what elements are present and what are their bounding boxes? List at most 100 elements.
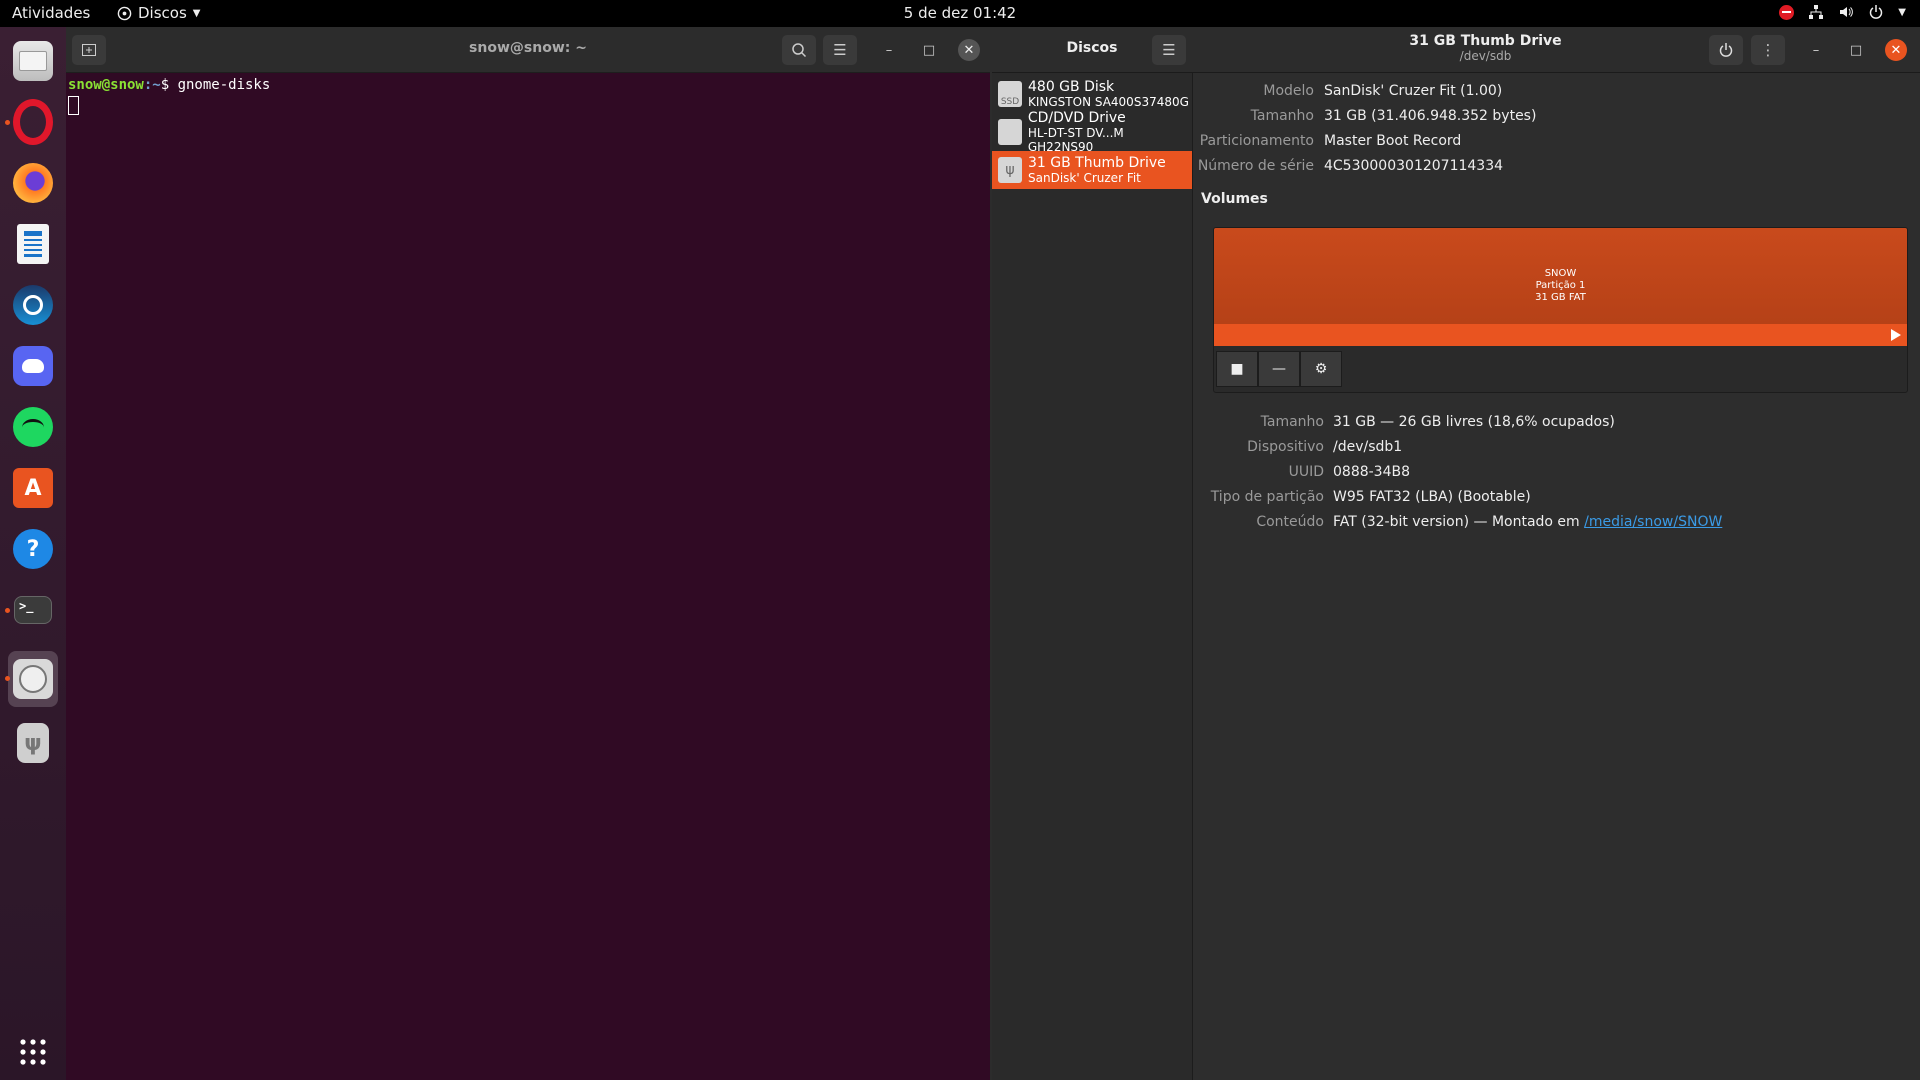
close-icon: ✕: [1890, 42, 1902, 58]
opera-icon: [13, 99, 53, 145]
size-label: Tamanho: [1250, 108, 1314, 124]
disk-item-thumb-drive[interactable]: ψ 31 GB Thumb Drive SanDisk' Cruzer Fit: [992, 151, 1192, 189]
maximize-button[interactable]: □: [1845, 39, 1867, 61]
network-icon[interactable]: [1808, 4, 1824, 20]
uuid-label: UUID: [1288, 464, 1324, 480]
app-menu[interactable]: Discos ▼: [117, 4, 200, 22]
mount-point-link[interactable]: /media/snow/SNOW: [1584, 514, 1722, 530]
maximize-button[interactable]: □: [918, 39, 940, 61]
discord-icon: [13, 346, 53, 386]
terminal-header: snow@snow: ~ ☰ – □ ✕: [66, 27, 990, 73]
drive-options-button[interactable]: ⋮: [1751, 35, 1785, 65]
dock-opera[interactable]: [5, 97, 58, 147]
firefox-icon: [13, 163, 53, 203]
maximize-icon: □: [1849, 42, 1863, 58]
help-icon: ?: [13, 529, 53, 569]
disk-item-480gb[interactable]: SSD 480 GB Disk KINGSTON SA400S37480G: [992, 75, 1192, 113]
partition-options-button[interactable]: ⚙: [1300, 351, 1342, 387]
power-icon[interactable]: [1868, 4, 1884, 20]
volume-label: SNOW Partição 1 31 GB FAT: [1214, 268, 1907, 304]
terminal-cursor: [68, 96, 79, 115]
dock-steam[interactable]: [8, 280, 58, 330]
do-not-disturb-icon[interactable]: [1779, 4, 1795, 20]
disk-item-name: 480 GB Disk: [1028, 78, 1115, 95]
terminal-output[interactable]: snow@snow:~$ gnome-disks: [66, 73, 990, 123]
minus-icon: —: [1272, 361, 1286, 377]
content-text: FAT (32-bit version) — Montado em: [1333, 514, 1585, 530]
maximize-icon: □: [922, 42, 936, 58]
app-menu-label: Discos: [138, 4, 187, 22]
minimize-button[interactable]: –: [1805, 39, 1827, 61]
disk-item-sub: HL-DT-ST DV...M GH22NS90: [1027, 125, 1124, 154]
gears-icon: ⚙: [1314, 361, 1328, 377]
stop-icon: ■: [1230, 361, 1244, 377]
size-value: 31 GB (31.406.948.352 bytes): [1324, 108, 1537, 124]
disk-item-name: CD/DVD Drive: [1027, 109, 1126, 126]
play-icon: [1891, 329, 1901, 341]
dock-help[interactable]: ?: [8, 524, 58, 574]
close-icon: ✕: [963, 42, 975, 58]
volume-partition-1[interactable]: SNOW Partição 1 31 GB FAT: [1214, 228, 1907, 346]
disk-item-name: 31 GB Thumb Drive: [1028, 154, 1166, 171]
dock-disks[interactable]: [5, 651, 58, 707]
power-off-button[interactable]: [1709, 35, 1743, 65]
prompt-path: :~: [143, 77, 161, 93]
disk-list: SSD 480 GB Disk KINGSTON SA400S37480G CD/…: [992, 73, 1193, 1080]
minimize-button[interactable]: –: [878, 39, 900, 61]
menu-button[interactable]: ☰: [823, 35, 857, 65]
optical-drive-icon: [998, 119, 1022, 145]
serial-value: 4C530000301207114334: [1324, 158, 1504, 174]
device-value: /dev/sdb1: [1333, 439, 1403, 455]
hamburger-icon: ☰: [1162, 41, 1176, 59]
dock-firefox[interactable]: [8, 158, 58, 208]
terminal-command: gnome-disks: [177, 77, 271, 93]
terminal-line: snow@snow:~$ gnome-disks: [68, 77, 988, 93]
dock-discord[interactable]: [8, 341, 58, 391]
content-label: Conteúdo: [1256, 514, 1324, 530]
activities-button[interactable]: Atividades: [12, 4, 90, 22]
dock-writer[interactable]: [8, 219, 58, 269]
show-apps-button[interactable]: [8, 1027, 58, 1077]
device-label: Dispositivo: [1247, 439, 1324, 455]
vol-size-label: Tamanho: [1260, 414, 1324, 430]
kebab-menu-icon: ⋮: [1760, 41, 1776, 59]
close-button[interactable]: ✕: [958, 39, 980, 61]
disks-menu-button[interactable]: ☰: [1152, 35, 1186, 65]
clock[interactable]: 5 de dez 01:42: [904, 4, 1016, 22]
hamburger-icon: ☰: [833, 41, 847, 59]
dock-files[interactable]: [8, 36, 58, 86]
dock-usb-drive[interactable]: ψ: [8, 718, 58, 768]
model-label: Modelo: [1263, 83, 1314, 99]
disk-item-cd-dvd[interactable]: CD/DVD Drive HL-DT-ST DV...M GH22NS90: [992, 109, 1192, 154]
drive-device-path: /dev/sdb: [1459, 49, 1512, 63]
volume-partition: Partição 1: [1535, 280, 1586, 291]
disks-header: Discos ☰ 31 GB Thumb Drive /dev/sdb ⋮ – …: [992, 27, 1920, 73]
volume-icon[interactable]: [1838, 4, 1854, 20]
running-indicator: [5, 608, 10, 613]
unmount-button[interactable]: ■: [1216, 351, 1258, 387]
dock-terminal[interactable]: >_: [5, 585, 58, 635]
prompt-user: snow@snow: [68, 77, 144, 93]
close-button[interactable]: ✕: [1885, 39, 1907, 61]
disks-app-icon: [117, 6, 132, 20]
spotify-icon: [13, 407, 53, 447]
disks-icon: [13, 659, 53, 699]
terminal-icon: >_: [14, 596, 52, 624]
model-value: SanDisk' Cruzer Fit (1.00): [1324, 83, 1503, 99]
disks-window: Discos ☰ 31 GB Thumb Drive /dev/sdb ⋮ – …: [992, 27, 1920, 1080]
chevron-down-icon[interactable]: ▼: [1898, 7, 1906, 18]
dock: A ? >_ ψ: [0, 27, 66, 1080]
terminal-window: snow@snow: ~ ☰ – □ ✕ snow@snow:~$ gnome-…: [66, 27, 990, 1080]
dock-spotify[interactable]: [8, 402, 58, 452]
serial-label: Número de série: [1197, 158, 1314, 174]
partitioning-value: Master Boot Record: [1324, 133, 1462, 149]
delete-partition-button[interactable]: —: [1258, 351, 1300, 387]
usb-drive-icon: ψ: [998, 157, 1022, 183]
search-button[interactable]: [782, 35, 816, 65]
minimize-icon: –: [885, 42, 893, 58]
volume-desc: 31 GB FAT: [1535, 292, 1586, 303]
system-tray[interactable]: ▼: [1779, 4, 1906, 20]
drive-title: 31 GB Thumb Drive: [1409, 33, 1562, 49]
dock-software[interactable]: A: [8, 463, 58, 513]
running-indicator: [5, 676, 10, 681]
